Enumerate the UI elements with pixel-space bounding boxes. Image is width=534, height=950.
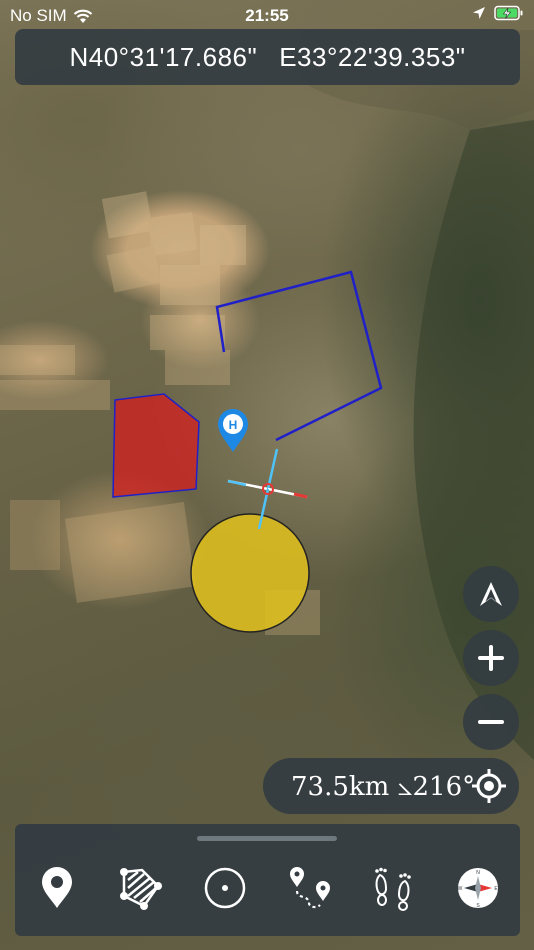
footprints-icon xyxy=(374,867,411,911)
compass-icon: N S W E xyxy=(457,868,498,909)
distance-bearing-text: 73.5km ⦣216° xyxy=(291,772,476,802)
plus-icon xyxy=(478,645,504,671)
svg-text:H: H xyxy=(229,418,238,432)
map-polygon[interactable] xyxy=(112,393,200,498)
bottom-toolbar: N S W E xyxy=(15,824,520,936)
map-pin-icon xyxy=(42,867,73,908)
battery-charging-icon xyxy=(494,5,523,21)
latitude-readout: N40°31'17.686" xyxy=(69,41,258,72)
circle-icon xyxy=(205,867,246,909)
route-icon xyxy=(289,867,330,909)
compass-mode-button[interactable] xyxy=(463,566,519,622)
status-bar: No SIM 21:55 xyxy=(0,0,534,30)
marker-tool-button[interactable] xyxy=(31,862,83,914)
status-right xyxy=(472,5,524,21)
polygon-icon xyxy=(120,868,163,910)
map-circle[interactable] xyxy=(190,513,310,633)
coordinates-bar[interactable]: N40°31'17.686" E33°22'39.353" xyxy=(15,29,520,85)
crosshair-icon xyxy=(472,769,506,803)
track-tool-button[interactable] xyxy=(368,862,420,914)
navigation-arrow-icon xyxy=(480,582,502,606)
minus-icon xyxy=(478,720,504,724)
status-time: 21:55 xyxy=(245,6,289,25)
location-arrow-icon xyxy=(473,7,485,19)
location-marker[interactable]: H xyxy=(218,409,248,452)
longitude-readout: E33°22'39.353" xyxy=(279,41,466,72)
zoom-in-button[interactable] xyxy=(463,630,519,686)
polygon-tool-button[interactable] xyxy=(115,862,167,914)
route-tool-button[interactable] xyxy=(284,862,336,914)
toolbar-items: N S W E xyxy=(15,862,520,914)
svg-text:N: N xyxy=(476,870,480,876)
circle-tool-button[interactable] xyxy=(199,862,251,914)
distance-bearing-readout[interactable]: 73.5km ⦣216° xyxy=(263,758,519,814)
zoom-out-button[interactable] xyxy=(463,694,519,750)
svg-text:W: W xyxy=(457,886,462,892)
compass-tool-button[interactable]: N S W E xyxy=(452,862,504,914)
drag-handle[interactable] xyxy=(197,836,337,841)
locate-me-button[interactable] xyxy=(465,762,513,810)
